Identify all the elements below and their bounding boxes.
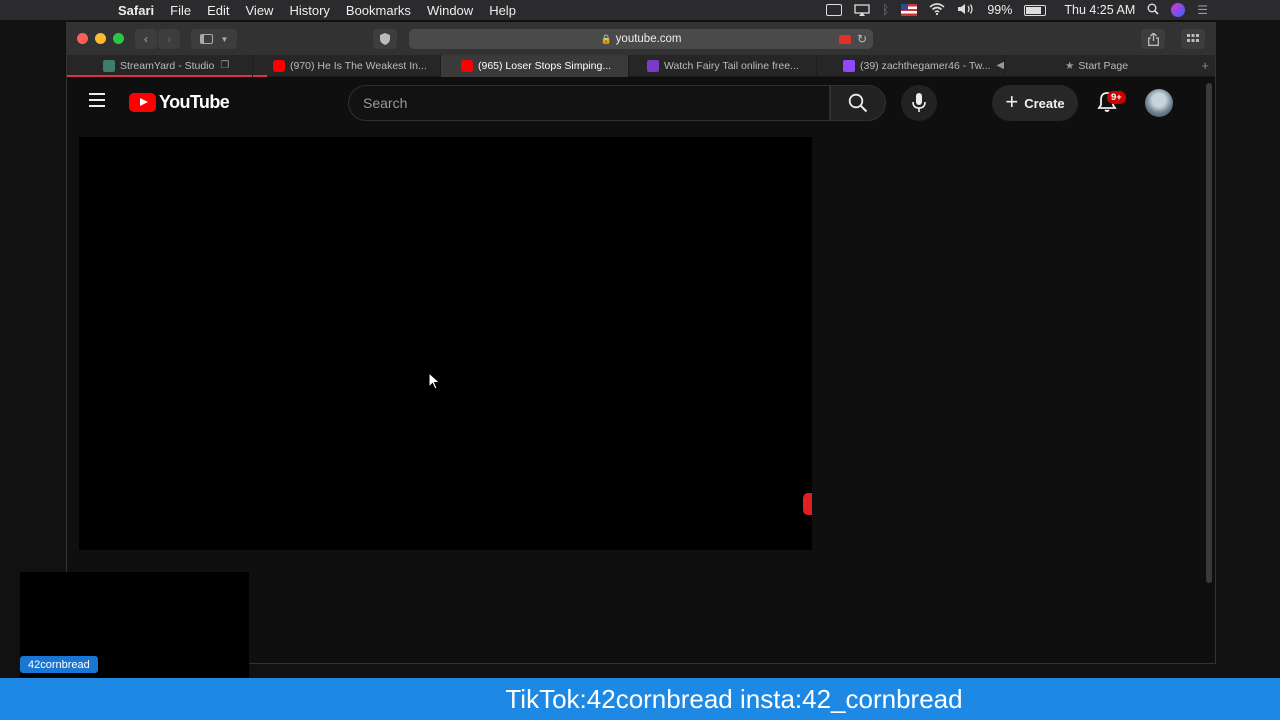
tab-overlap-icon: ❐: [220, 60, 230, 71]
youtube-favicon-icon: [273, 59, 285, 72]
tab-twitch[interactable]: (39) zachthegamer46 - Tw... ◀): [817, 54, 1005, 77]
menu-app-name[interactable]: Safari: [110, 3, 162, 18]
tab-loser-stops-simping[interactable]: (965) Loser Stops Simping...: [441, 54, 629, 77]
mouse-pointer-icon: [428, 372, 441, 390]
sidebar-icon: [199, 34, 213, 44]
voice-search-button[interactable]: [901, 85, 937, 121]
search-input[interactable]: Search: [348, 85, 830, 121]
youtube-header: YouTube Search + Create 9+: [67, 79, 1205, 127]
back-button[interactable]: ‹: [135, 29, 157, 49]
menu-file[interactable]: File: [162, 3, 199, 18]
clock[interactable]: Thu 4:25 AM: [1064, 3, 1135, 17]
microphone-icon: [912, 93, 926, 112]
account-avatar[interactable]: [1145, 89, 1173, 117]
macos-menu-bar: Safari File Edit View History Bookmarks …: [0, 0, 1280, 20]
shield-icon: [380, 33, 390, 45]
menu-history[interactable]: History: [281, 3, 337, 18]
menu-window[interactable]: Window: [419, 3, 481, 18]
tab-label: (39) zachthegamer46 - Tw...: [860, 59, 991, 72]
menu-bookmarks[interactable]: Bookmarks: [338, 3, 419, 18]
menu-bar-status: ᛒ 99% Thu 4:25 AM ☰: [825, 2, 1208, 18]
tab-label: (970) He Is The Weakest In...: [290, 59, 427, 72]
tab-bar: StreamYard - Studio ❐ (970) He Is The We…: [67, 54, 1215, 77]
tab-weakest[interactable]: (970) He Is The Weakest In...: [253, 54, 441, 77]
tab-label: (965) Loser Stops Simping...: [478, 59, 612, 72]
notification-count-badge: 9+: [1107, 91, 1126, 104]
bluetooth-icon[interactable]: ᛒ: [882, 3, 890, 17]
search-button[interactable]: [830, 85, 886, 121]
youtube-favicon-icon: [461, 59, 473, 72]
siri-icon[interactable]: [1171, 3, 1186, 17]
youtube-play-icon: [129, 93, 156, 112]
tab-start-page[interactable]: ★ Start Page: [1005, 55, 1165, 77]
privacy-report-button[interactable]: [373, 29, 397, 49]
page-scrollbar[interactable]: [1206, 83, 1212, 583]
forward-button[interactable]: ›: [158, 29, 180, 49]
url-text: youtube.com: [615, 33, 682, 45]
youtube-logo[interactable]: YouTube: [129, 92, 230, 113]
address-bar[interactable]: 🔒 youtube.com ↻: [409, 29, 873, 49]
airplay-icon[interactable]: [854, 4, 870, 16]
guide-menu-icon[interactable]: [89, 93, 105, 111]
recording-indicator-icon: [839, 34, 851, 44]
battery-icon[interactable]: [1024, 4, 1047, 16]
sidebar-toggle-button[interactable]: ▼: [191, 29, 237, 49]
twitch-favicon-icon: [843, 59, 855, 72]
input-source-flag-icon[interactable]: [901, 4, 918, 16]
search-placeholder: Search: [363, 95, 408, 111]
reload-icon[interactable]: ↻: [857, 32, 867, 46]
chevron-down-icon: ▼: [220, 34, 229, 44]
grid-icon: [1187, 34, 1199, 42]
create-label: Create: [1024, 95, 1065, 111]
screen-mirror-icon[interactable]: [825, 4, 842, 16]
youtube-wordmark: YouTube: [159, 92, 230, 112]
browser-toolbar: ‹ › ▼ 🔒 youtube.com ↻: [67, 23, 1215, 55]
search-icon: [848, 93, 868, 113]
wifi-icon[interactable]: [929, 2, 945, 18]
video-overlay-marker: [803, 493, 812, 515]
menu-edit[interactable]: Edit: [199, 3, 237, 18]
safari-window: ‹ › ▼ 🔒 youtube.com ↻ StreamYard - Studi…: [66, 22, 1216, 664]
star-icon: ★: [1065, 59, 1075, 72]
create-button[interactable]: + Create: [992, 85, 1078, 121]
close-window-button[interactable]: [77, 33, 88, 44]
battery-percent[interactable]: 99%: [987, 3, 1012, 17]
streamyard-favicon-icon: [103, 59, 115, 72]
minimize-window-button[interactable]: [95, 33, 106, 44]
control-center-icon[interactable]: ☰: [1197, 3, 1208, 17]
new-tab-icon[interactable]: +: [1201, 58, 1209, 73]
share-icon: [1147, 32, 1159, 46]
video-player[interactable]: [79, 137, 812, 550]
tab-overview-button[interactable]: [1181, 29, 1205, 49]
spotlight-search-icon[interactable]: [1147, 3, 1159, 18]
streamer-name-tag: 42cornbread: [20, 656, 98, 673]
tab-label: Watch Fairy Tail online free...: [664, 59, 799, 72]
tab-audio-icon[interactable]: ◀): [997, 60, 1004, 71]
banner-text: TikTok:42cornbread insta:42_cornbread: [505, 683, 963, 714]
plus-icon: +: [1005, 88, 1019, 114]
tab-label: StreamYard - Studio: [120, 59, 215, 72]
menu-view[interactable]: View: [238, 3, 282, 18]
anime-site-favicon-icon: [647, 59, 659, 72]
app-menu: Safari File Edit View History Bookmarks …: [110, 3, 524, 18]
zoom-window-button[interactable]: [113, 33, 124, 44]
volume-icon[interactable]: [957, 3, 975, 18]
social-banner: TikTok:42cornbread insta:42_cornbread: [0, 678, 1280, 720]
window-controls: [77, 33, 124, 44]
lock-icon: 🔒: [600, 33, 612, 44]
tab-fairy-tail[interactable]: Watch Fairy Tail online free...: [629, 54, 817, 77]
share-button[interactable]: [1141, 29, 1165, 49]
tab-label: Start Page: [1078, 59, 1129, 72]
tab-streamyard[interactable]: StreamYard - Studio ❐: [67, 54, 253, 77]
menu-help[interactable]: Help: [481, 3, 524, 18]
